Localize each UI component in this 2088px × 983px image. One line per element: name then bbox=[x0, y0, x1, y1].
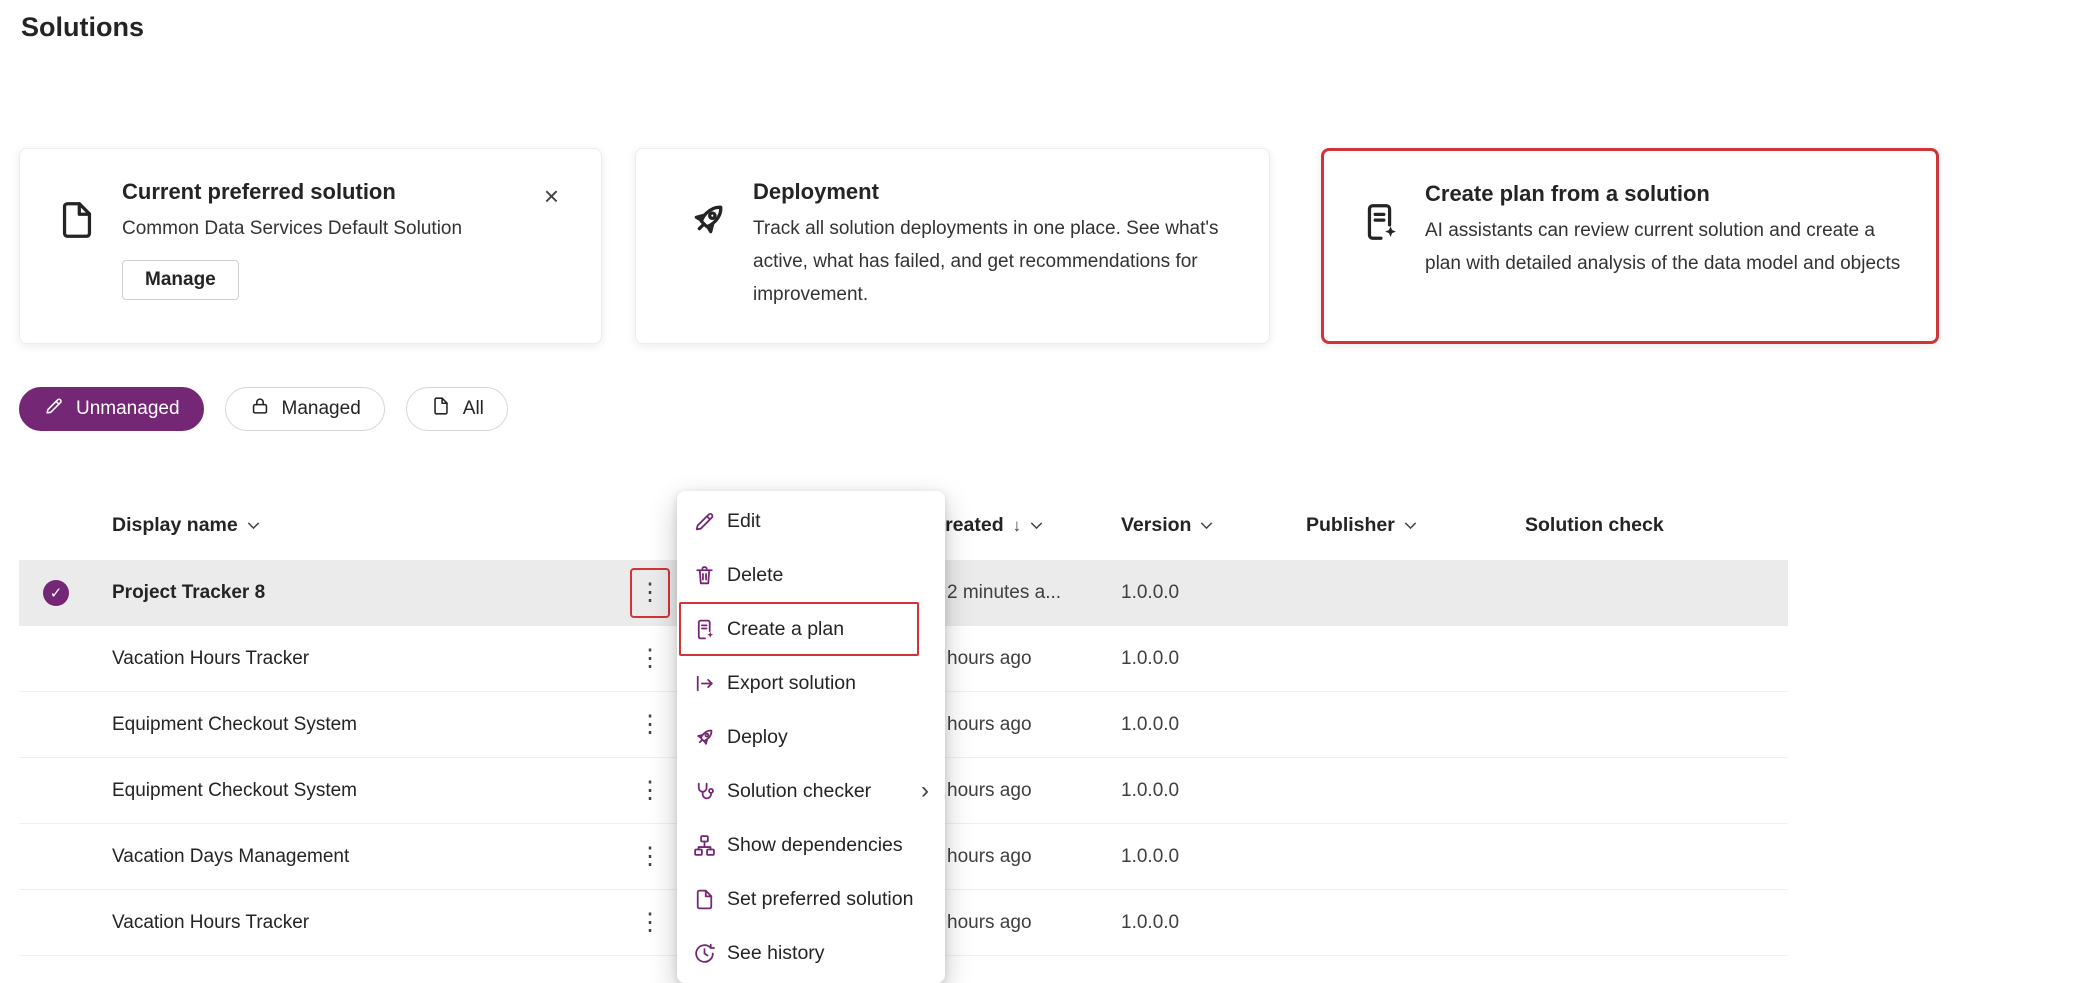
more-vertical-icon: ⋮ bbox=[638, 776, 662, 805]
menu-item-label: See history bbox=[727, 942, 825, 965]
row-display-name: Equipment Checkout System bbox=[93, 714, 610, 736]
solution-filter-pills: Unmanaged Managed All bbox=[19, 387, 508, 431]
page-title: Solutions bbox=[21, 12, 144, 43]
column-label: Publisher bbox=[1306, 514, 1395, 537]
close-icon[interactable]: × bbox=[544, 183, 559, 209]
pencil-icon bbox=[43, 395, 65, 423]
menu-item-label: Create a plan bbox=[727, 618, 844, 641]
filter-all[interactable]: All bbox=[406, 387, 508, 431]
menu-item-label: Set preferred solution bbox=[727, 888, 913, 911]
column-header-version[interactable]: Version bbox=[1102, 514, 1287, 537]
row-selected-checkbox[interactable]: ✓ bbox=[43, 580, 69, 606]
menu-item-see-history[interactable]: See history bbox=[677, 926, 945, 980]
row-commands-button[interactable]: ⋮ bbox=[630, 634, 670, 684]
row-version: 1.0.0.0 bbox=[1102, 648, 1287, 670]
filter-unmanaged[interactable]: Unmanaged bbox=[19, 387, 204, 431]
chevron-down-icon bbox=[1404, 521, 1417, 530]
column-header-solution-check[interactable]: Solution check bbox=[1506, 514, 1788, 537]
create-plan-icon bbox=[691, 616, 718, 643]
card-description: AI assistants can review current solutio… bbox=[1425, 214, 1912, 280]
menu-item-deploy[interactable]: Deploy bbox=[677, 710, 945, 764]
chevron-down-icon bbox=[1030, 521, 1043, 530]
menu-item-show-dependencies[interactable]: Show dependencies bbox=[677, 818, 945, 872]
preferred-solution-name: Common Data Services Default Solution bbox=[122, 212, 462, 245]
export-icon bbox=[691, 670, 718, 697]
menu-item-label: Deploy bbox=[727, 726, 788, 749]
row-version: 1.0.0.0 bbox=[1102, 780, 1287, 802]
filter-label: All bbox=[463, 398, 484, 420]
card-title: Deployment bbox=[753, 179, 1245, 205]
check-icon: ✓ bbox=[50, 584, 63, 602]
submenu-chevron-icon: › bbox=[921, 779, 929, 803]
card-title: Current preferred solution bbox=[122, 179, 462, 205]
card-title: Create plan from a solution bbox=[1425, 181, 1912, 207]
filter-label: Unmanaged bbox=[76, 398, 180, 420]
menu-item-edit[interactable]: Edit bbox=[677, 494, 945, 548]
menu-item-set-preferred-solution[interactable]: Set preferred solution bbox=[677, 872, 945, 926]
current-preferred-solution-card: Current preferred solution Common Data S… bbox=[19, 148, 602, 344]
menu-item-create-a-plan[interactable]: Create a plan bbox=[677, 602, 945, 656]
column-label: Solution check bbox=[1525, 514, 1664, 537]
row-version: 1.0.0.0 bbox=[1102, 912, 1287, 934]
create-plan-icon bbox=[1357, 199, 1403, 245]
menu-item-label: Show dependencies bbox=[727, 834, 903, 857]
row-commands-button[interactable]: ⋮ bbox=[630, 832, 670, 882]
row-display-name: Project Tracker 8 bbox=[93, 582, 610, 604]
dependencies-icon bbox=[691, 832, 718, 859]
more-vertical-icon: ⋮ bbox=[638, 578, 662, 607]
row-commands-button[interactable]: ⋮ bbox=[630, 700, 670, 750]
row-commands-button[interactable]: ⋮ bbox=[630, 766, 670, 816]
row-commands-button[interactable]: ⋮ bbox=[630, 568, 670, 618]
create-plan-from-solution-card[interactable]: Create plan from a solution AI assistant… bbox=[1321, 148, 1939, 344]
edit-icon bbox=[691, 508, 718, 535]
menu-item-export-solution[interactable]: Export solution bbox=[677, 656, 945, 710]
filter-label: Managed bbox=[282, 398, 361, 420]
menu-item-label: Solution checker bbox=[727, 780, 871, 803]
solution-icon bbox=[691, 886, 718, 913]
menu-item-delete[interactable]: Delete bbox=[677, 548, 945, 602]
filter-managed[interactable]: Managed bbox=[225, 387, 385, 431]
row-version: 1.0.0.0 bbox=[1102, 582, 1287, 604]
chevron-down-icon bbox=[247, 521, 260, 530]
delete-icon bbox=[691, 562, 718, 589]
more-vertical-icon: ⋮ bbox=[638, 908, 662, 937]
history-icon bbox=[691, 940, 718, 967]
deployment-card[interactable]: Deployment Track all solution deployment… bbox=[635, 148, 1270, 344]
column-label: Display name bbox=[112, 514, 238, 537]
row-version: 1.0.0.0 bbox=[1102, 846, 1287, 868]
rocket-icon bbox=[685, 197, 731, 243]
sort-descending-icon: ↓ bbox=[1013, 516, 1022, 536]
more-vertical-icon: ⋮ bbox=[638, 710, 662, 739]
row-version: 1.0.0.0 bbox=[1102, 714, 1287, 736]
column-header-publisher[interactable]: Publisher bbox=[1287, 514, 1506, 537]
menu-item-label: Delete bbox=[727, 564, 783, 587]
row-display-name: Vacation Days Management bbox=[93, 846, 610, 868]
column-label: Version bbox=[1121, 514, 1191, 537]
menu-item-label: Export solution bbox=[727, 672, 856, 695]
rocket-icon bbox=[691, 724, 718, 751]
row-display-name: Equipment Checkout System bbox=[93, 780, 610, 802]
menu-item-label: Edit bbox=[727, 510, 761, 533]
context-menu: Edit Delete Create a plan Export solution De… bbox=[677, 491, 945, 983]
row-display-name: Vacation Hours Tracker bbox=[93, 912, 610, 934]
card-description: Track all solution deployments in one pl… bbox=[753, 212, 1245, 311]
stethoscope-icon bbox=[691, 778, 718, 805]
solution-icon bbox=[54, 197, 100, 243]
row-commands-button[interactable]: ⋮ bbox=[630, 898, 670, 948]
column-header-display-name[interactable]: Display name bbox=[93, 514, 610, 537]
manage-button[interactable]: Manage bbox=[122, 260, 239, 300]
more-vertical-icon: ⋮ bbox=[638, 644, 662, 673]
more-vertical-icon: ⋮ bbox=[638, 842, 662, 871]
menu-item-solution-checker[interactable]: Solution checker › bbox=[677, 764, 945, 818]
lock-icon bbox=[249, 395, 271, 423]
row-display-name: Vacation Hours Tracker bbox=[93, 648, 610, 670]
solution-icon bbox=[430, 395, 452, 423]
chevron-down-icon bbox=[1200, 521, 1213, 530]
